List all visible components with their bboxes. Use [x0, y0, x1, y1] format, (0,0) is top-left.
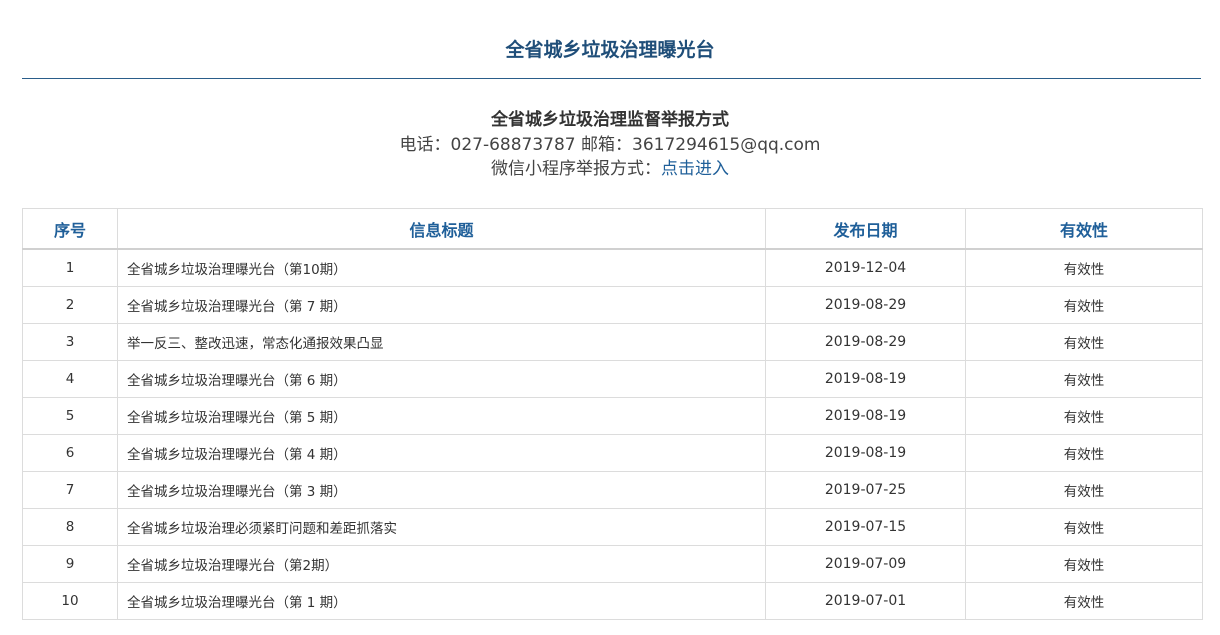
table-row: 5 全省城乡垃圾治理曝光台（第 5 期） 2019-08-19 有效性 [22, 397, 1203, 435]
row-number: 7 [22, 471, 118, 509]
row-date: 2019-07-01 [765, 582, 966, 620]
row-validity: 有效性 [965, 360, 1203, 398]
row-number: 6 [22, 434, 118, 472]
row-title: 全省城乡垃圾治理曝光台（第 1 期） [117, 582, 766, 620]
row-title-link[interactable]: 全省城乡垃圾治理曝光台（第2期） [127, 558, 338, 574]
row-validity: 有效性 [965, 397, 1203, 435]
row-title: 全省城乡垃圾治理曝光台（第 4 期） [117, 434, 766, 472]
row-validity: 有效性 [965, 471, 1203, 509]
contact-block: 全省城乡垃圾治理监督举报方式 电话：027-68873787 邮箱：361729… [0, 108, 1220, 181]
row-date: 2019-12-04 [765, 248, 966, 287]
column-header-title: 信息标题 [117, 208, 766, 250]
row-number: 8 [22, 508, 118, 546]
row-number: 5 [22, 397, 118, 435]
table-row: 2 全省城乡垃圾治理曝光台（第 7 期） 2019-08-29 有效性 [22, 286, 1203, 324]
row-title-link[interactable]: 全省城乡垃圾治理必须紧盯问题和差距抓落实 [127, 521, 397, 537]
table-row: 10 全省城乡垃圾治理曝光台（第 1 期） 2019-07-01 有效性 [22, 582, 1203, 620]
row-title: 全省城乡垃圾治理曝光台（第 6 期） [117, 360, 766, 398]
row-title: 举一反三、整改迅速，常态化通报效果凸显 [117, 323, 766, 361]
row-date: 2019-08-19 [765, 397, 966, 435]
row-validity: 有效性 [965, 434, 1203, 472]
page-title: 全省城乡垃圾治理曝光台 [505, 39, 715, 61]
table-row: 3 举一反三、整改迅速，常态化通报效果凸显 2019-08-29 有效性 [22, 323, 1203, 361]
column-header-number: 序号 [22, 208, 118, 250]
row-title: 全省城乡垃圾治理必须紧盯问题和差距抓落实 [117, 508, 766, 546]
column-header-validity: 有效性 [965, 208, 1203, 250]
contact-wechat: 微信小程序举报方式：点击进入 [0, 157, 1220, 181]
row-number: 9 [22, 545, 118, 583]
row-number: 1 [22, 248, 118, 287]
table-row: 1 全省城乡垃圾治理曝光台（第10期） 2019-12-04 有效性 [22, 248, 1203, 287]
row-validity: 有效性 [965, 582, 1203, 620]
row-date: 2019-08-19 [765, 434, 966, 472]
row-number: 4 [22, 360, 118, 398]
row-number: 3 [22, 323, 118, 361]
row-title-link[interactable]: 全省城乡垃圾治理曝光台（第10期） [127, 262, 347, 278]
row-title: 全省城乡垃圾治理曝光台（第 3 期） [117, 471, 766, 509]
wechat-label: 微信小程序举报方式： [491, 159, 661, 179]
row-number: 2 [22, 286, 118, 324]
contact-phone-email: 电话：027-68873787 邮箱：3617294615@qq.com [399, 135, 821, 155]
table-row: 9 全省城乡垃圾治理曝光台（第2期） 2019-07-09 有效性 [22, 545, 1203, 583]
row-validity: 有效性 [965, 248, 1203, 287]
row-validity: 有效性 [965, 508, 1203, 546]
row-title-link[interactable]: 全省城乡垃圾治理曝光台（第 5 期） [127, 410, 347, 426]
column-header-date: 发布日期 [765, 208, 966, 250]
row-date: 2019-08-19 [765, 360, 966, 398]
row-title-link[interactable]: 全省城乡垃圾治理曝光台（第 1 期） [127, 595, 347, 611]
row-number: 10 [22, 582, 118, 620]
info-table: 序号 信息标题 发布日期 有效性 1 全省城乡垃圾治理曝光台（第10期） 201… [22, 208, 1203, 620]
row-title: 全省城乡垃圾治理曝光台（第 5 期） [117, 397, 766, 435]
contact-heading: 全省城乡垃圾治理监督举报方式 [491, 110, 729, 130]
row-title-link[interactable]: 举一反三、整改迅速，常态化通报效果凸显 [127, 336, 384, 352]
table-row: 6 全省城乡垃圾治理曝光台（第 4 期） 2019-08-19 有效性 [22, 434, 1203, 472]
row-validity: 有效性 [965, 286, 1203, 324]
table-row: 4 全省城乡垃圾治理曝光台（第 6 期） 2019-08-19 有效性 [22, 360, 1203, 398]
title-divider [22, 78, 1201, 79]
wechat-enter-link[interactable]: 点击进入 [661, 159, 729, 179]
row-title-link[interactable]: 全省城乡垃圾治理曝光台（第 6 期） [127, 373, 347, 389]
row-title: 全省城乡垃圾治理曝光台（第2期） [117, 545, 766, 583]
row-title-link[interactable]: 全省城乡垃圾治理曝光台（第 3 期） [127, 484, 347, 500]
table-header-row: 序号 信息标题 发布日期 有效性 [22, 208, 1203, 250]
row-validity: 有效性 [965, 545, 1203, 583]
row-date: 2019-07-09 [765, 545, 966, 583]
row-validity: 有效性 [965, 323, 1203, 361]
row-title-link[interactable]: 全省城乡垃圾治理曝光台（第 7 期） [127, 299, 347, 315]
row-title: 全省城乡垃圾治理曝光台（第10期） [117, 248, 766, 287]
row-title: 全省城乡垃圾治理曝光台（第 7 期） [117, 286, 766, 324]
row-date: 2019-08-29 [765, 286, 966, 324]
row-date: 2019-07-15 [765, 508, 966, 546]
row-date: 2019-08-29 [765, 323, 966, 361]
table-row: 7 全省城乡垃圾治理曝光台（第 3 期） 2019-07-25 有效性 [22, 471, 1203, 509]
table-row: 8 全省城乡垃圾治理必须紧盯问题和差距抓落实 2019-07-15 有效性 [22, 508, 1203, 546]
row-title-link[interactable]: 全省城乡垃圾治理曝光台（第 4 期） [127, 447, 347, 463]
row-date: 2019-07-25 [765, 471, 966, 509]
